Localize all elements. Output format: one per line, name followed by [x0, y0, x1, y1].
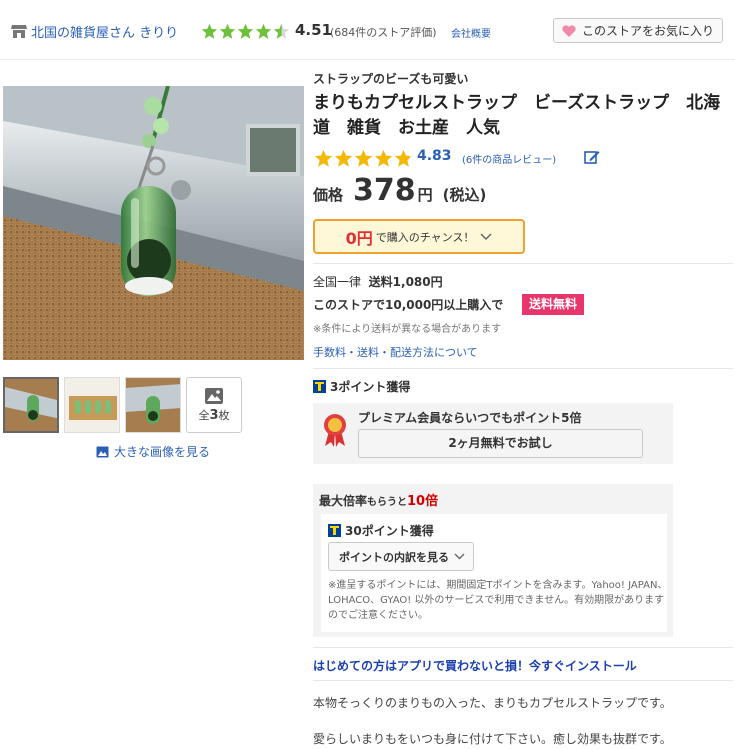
company-info-link[interactable]: 会社概要	[451, 25, 491, 40]
store-name-link[interactable]: 北国の雑貨屋さん きりり	[31, 22, 178, 41]
main-product-image[interactable]	[3, 86, 304, 360]
star-icon	[354, 149, 373, 167]
premium-promo: プレミアム会員ならいつでもポイント5倍 2ヶ月無料でお試し	[313, 403, 673, 464]
price-value: 378	[353, 173, 416, 208]
view-large-image-link[interactable]: 大きな画像を見る	[96, 443, 210, 460]
app-install-link[interactable]: はじめての方はアプリで買わないと損！今すぐインストール	[313, 657, 637, 674]
price-tax-label: (税込)	[442, 186, 487, 204]
chance-text: で購入のチャンス！	[375, 230, 475, 244]
chevron-down-icon	[480, 232, 492, 240]
divider	[313, 368, 733, 369]
max-points-row: 30ポイント獲得	[328, 522, 434, 539]
star-icon	[374, 149, 393, 167]
store-header: 北国の雑貨屋さん きりり 4.51 (684件のストア評価) 会社概要 このスト…	[0, 0, 735, 60]
max-points-label: 30ポイント獲得	[345, 524, 434, 538]
all-images-button[interactable]: 全3枚	[186, 377, 242, 433]
review-score: 4.83	[417, 148, 452, 164]
thumbnail-3-image	[126, 378, 180, 432]
points-breakdown-button[interactable]: ポイントの内訳を見る	[328, 542, 474, 571]
all-images-label: 全3枚	[198, 408, 230, 423]
purchase-chance-button[interactable]: 0円 で購入のチャンス！	[313, 219, 525, 254]
catch-copy: ストラップのビーズも可愛い	[313, 72, 469, 86]
t-point-icon	[313, 380, 326, 393]
ribbon-badge-icon	[324, 414, 346, 447]
free-shipping-badge: 送料無料	[522, 294, 584, 315]
gallery-icon	[205, 388, 223, 404]
divider	[313, 647, 733, 648]
store-rating-stars	[201, 23, 291, 40]
thumbnail-3[interactable]	[125, 377, 181, 433]
shipping-fee: 全国一律 送料1,080円	[313, 275, 443, 289]
description-line-2: 愛らしいまりもをいつも身に付けて下さい。癒し効果も抜群です。	[313, 732, 672, 746]
chevron-down-icon	[454, 553, 465, 560]
view-large-image-label: 大きな画像を見る	[114, 445, 211, 459]
product-title: まりもカプセルストラップ ビーズストラップ 北海道 雑貨 お土産 人気	[313, 93, 721, 138]
price-unit: 円	[417, 186, 433, 204]
star-icon	[273, 23, 290, 39]
points-breakdown-label: ポイントの内訳を見る	[339, 550, 449, 564]
divider	[313, 263, 733, 264]
review-stars	[314, 149, 414, 168]
chance-amount: 0円	[345, 228, 373, 248]
thumbnail-1[interactable]	[3, 377, 59, 433]
max-points-panel: 30ポイント獲得 ポイントの内訳を見る ※進呈するポイントには、期間固定Tポイン…	[321, 514, 667, 632]
star-icon	[314, 149, 333, 167]
star-icon	[219, 23, 236, 39]
image-icon	[96, 446, 109, 457]
max-multiplier-title: 最大倍率もらうと10倍	[319, 494, 439, 509]
price-label: 価格	[313, 186, 344, 204]
heart-icon	[562, 24, 576, 37]
star-icon	[201, 23, 218, 39]
points-earned-label: 3ポイント獲得	[330, 380, 411, 394]
favorite-store-button[interactable]: このストアをお気に入り	[553, 18, 723, 43]
star-icon	[237, 23, 254, 39]
store-rating-value: 4.51	[295, 21, 333, 39]
thumbnail-1-image	[5, 379, 57, 431]
star-icon	[394, 149, 413, 167]
store-icon	[11, 25, 27, 38]
marimo-strap-photo	[3, 86, 304, 360]
free-trial-button[interactable]: 2ヶ月無料でお試し	[358, 429, 643, 458]
star-icon	[334, 149, 353, 167]
store-rating-count-link[interactable]: (684件のストア評価)	[330, 24, 437, 40]
review-count-link[interactable]: (6件の商品レビュー)	[462, 151, 556, 166]
thumbnail-2-image	[65, 378, 119, 432]
price-row: 価格 378 円 (税込)	[313, 173, 486, 208]
thumbnail-2[interactable]	[64, 377, 120, 433]
premium-text: プレミアム会員ならいつでもポイント5倍	[358, 411, 582, 425]
t-point-icon	[328, 524, 341, 537]
star-icon	[255, 23, 272, 39]
divider	[313, 680, 733, 681]
points-earned: 3ポイント獲得	[313, 378, 410, 395]
favorite-store-label: このストアをお気に入り	[582, 24, 715, 38]
max-multiplier-box: 最大倍率もらうと10倍 30ポイント獲得 ポイントの内訳を見る ※進呈するポイン…	[313, 484, 673, 637]
description-line-1: 本物そっくりのまりもの入った、まりもカプセルストラップです。	[313, 696, 672, 710]
shipping-info-link[interactable]: 手数料・送料・配送方法について	[313, 344, 478, 360]
write-review-icon[interactable]	[584, 149, 600, 165]
shipping-note: ※条件により送料が異なる場合があります	[313, 324, 502, 335]
free-shipping-condition: このストアで10,000円以上購入で	[313, 298, 504, 312]
points-note: ※進呈するポイントには、期間固定Tポイントを含みます。Yahoo! JAPAN、…	[328, 580, 668, 621]
